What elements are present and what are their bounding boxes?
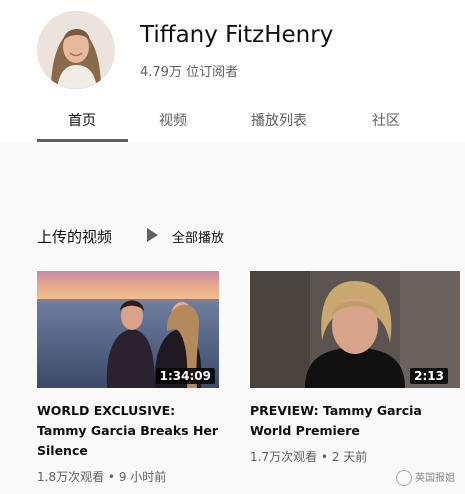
tab-home[interactable]: 首页 [68,110,96,130]
tab-community[interactable]: 社区 [372,110,400,130]
watermark-text: 英国报姐 [415,473,455,484]
tab-playlists[interactable]: 播放列表 [251,110,307,130]
play-icon [147,228,158,242]
channel-tabs: 首页 视频 播放列表 社区 [0,98,465,142]
play-all-label: 全部播放 [172,231,225,246]
video-card[interactable]: 2:13 PREVIEW: Tammy Garcia World Premier… [250,271,460,465]
video-duration: 2:13 [410,368,448,384]
upload-age: 2 天前 [331,450,368,464]
video-meta: 1.8万次观看 • 9 小时前 [37,470,167,484]
uploads-section-title: 上传的视频 [37,228,113,246]
video-duration: 1:34:09 [155,368,215,384]
avatar-image [37,11,115,89]
active-tab-indicator [37,139,128,142]
channel-name: Tiffany FitzHenry [140,22,334,48]
watermark-icon [396,470,412,486]
video-title[interactable]: WORLD EXCLUSIVE: Tammy Garcia Breaks Her… [37,401,219,461]
upload-age: 9 小时前 [118,470,167,484]
tab-videos[interactable]: 视频 [159,110,187,130]
subscriber-count: 4.79万 位订阅者 [140,65,239,80]
view-count: 1.7万次观看 [250,450,318,464]
watermark: 英国报姐 [396,469,455,486]
view-count: 1.8万次观看 [37,470,105,484]
video-thumbnail[interactable]: 2:13 [250,271,460,388]
video-meta: 1.7万次观看 • 2 天前 [250,450,368,464]
channel-header: Tiffany FitzHenry 4.79万 位订阅者 首页 视频 播放列表 … [0,0,465,142]
video-thumbnail[interactable]: 1:34:09 [37,271,219,388]
video-card[interactable]: 1:34:09 WORLD EXCLUSIVE: Tammy Garcia Br… [37,271,219,485]
channel-avatar[interactable] [37,11,115,89]
video-title[interactable]: PREVIEW: Tammy Garcia World Premiere [250,401,432,441]
